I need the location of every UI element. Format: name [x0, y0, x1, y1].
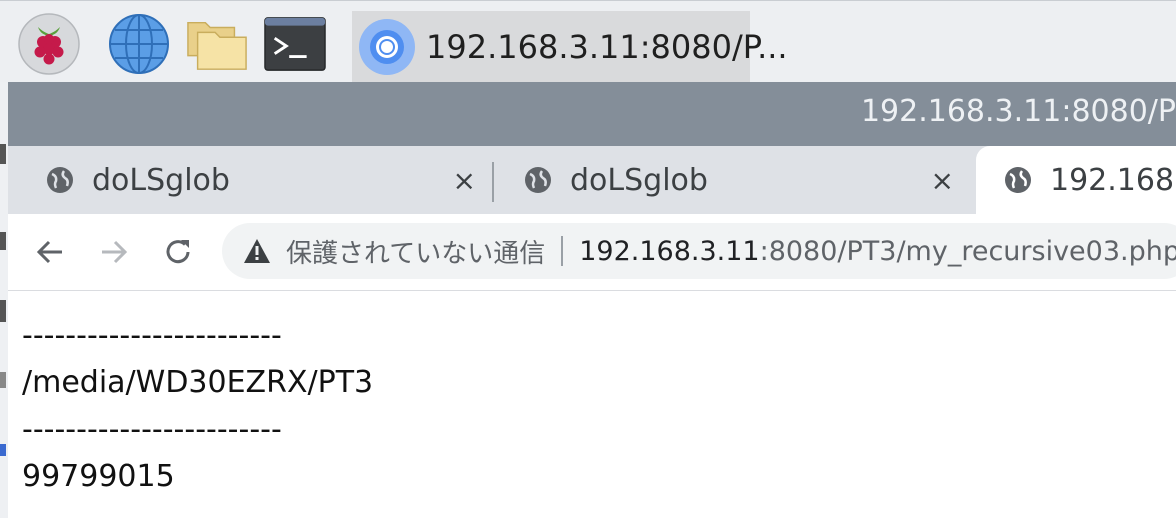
- tab-label: doLSglob: [570, 162, 708, 198]
- tab-active[interactable]: 192.168.3: [976, 146, 1176, 214]
- tab-label: 192.168.3: [1050, 162, 1176, 198]
- directory-path: /media/WD30EZRX/PT3: [22, 365, 374, 400]
- tab-strip: doLSglob × doLSglob × 192.168.3: [8, 146, 1176, 214]
- globe-icon: [524, 166, 552, 194]
- globe-icon: [46, 166, 74, 194]
- url-path: :8080/PT3/my_recursive03.php: [759, 235, 1176, 267]
- background-window-fragment: [0, 372, 6, 388]
- background-window-fragment: [0, 232, 6, 250]
- taskbar: 192.168.3.11:8080/P...: [0, 0, 1176, 83]
- tab-close-button[interactable]: ×: [931, 164, 954, 197]
- raspberry-pi-menu-icon[interactable]: [18, 13, 80, 75]
- taskbar-chromium-task-button[interactable]: 192.168.3.11:8080/P...: [352, 11, 788, 83]
- chromium-icon: [358, 18, 416, 76]
- globe-icon: [1004, 166, 1032, 194]
- background-window-fragment: [0, 300, 6, 322]
- terminal-icon[interactable]: [264, 13, 326, 75]
- background-window-fragment: [0, 144, 6, 164]
- tab-doLSglob-1[interactable]: doLSglob ×: [8, 146, 492, 214]
- taskbar-task-label: 192.168.3.11:8080/P...: [426, 28, 788, 66]
- result-value: 99799015: [22, 459, 175, 494]
- omnibox-divider: [561, 236, 564, 266]
- background-window-fragment: [0, 444, 6, 456]
- tab-separator: [492, 162, 494, 202]
- security-status-label[interactable]: 保護されていない通信: [286, 233, 545, 270]
- file-manager-folder-icon[interactable]: [186, 13, 248, 75]
- warning-icon[interactable]: [242, 237, 272, 265]
- tab-label: doLSglob: [92, 162, 230, 198]
- tab-close-button[interactable]: ×: [453, 164, 476, 197]
- url-host: 192.168.3.11: [579, 235, 760, 267]
- back-arrow-icon[interactable]: [30, 232, 70, 272]
- window-titlebar[interactable]: 192.168.3.11:8080/P: [8, 82, 1176, 146]
- tab-doLSglob-2[interactable]: doLSglob ×: [492, 146, 970, 214]
- page-content: ------------------------ /media/WD30EZRX…: [22, 312, 373, 500]
- separator-line: ------------------------: [22, 412, 282, 447]
- browser-toolbar: 保護されていない通信 192.168.3.11 :8080/PT3/my_rec…: [8, 214, 1176, 291]
- window-title: 192.168.3.11:8080/P: [860, 94, 1176, 129]
- address-bar[interactable]: 保護されていない通信 192.168.3.11 :8080/PT3/my_rec…: [222, 223, 1176, 279]
- web-browser-globe-icon[interactable]: [108, 13, 170, 75]
- reload-icon[interactable]: [158, 232, 198, 272]
- forward-arrow-icon[interactable]: [94, 232, 134, 272]
- separator-line: ------------------------: [22, 318, 282, 353]
